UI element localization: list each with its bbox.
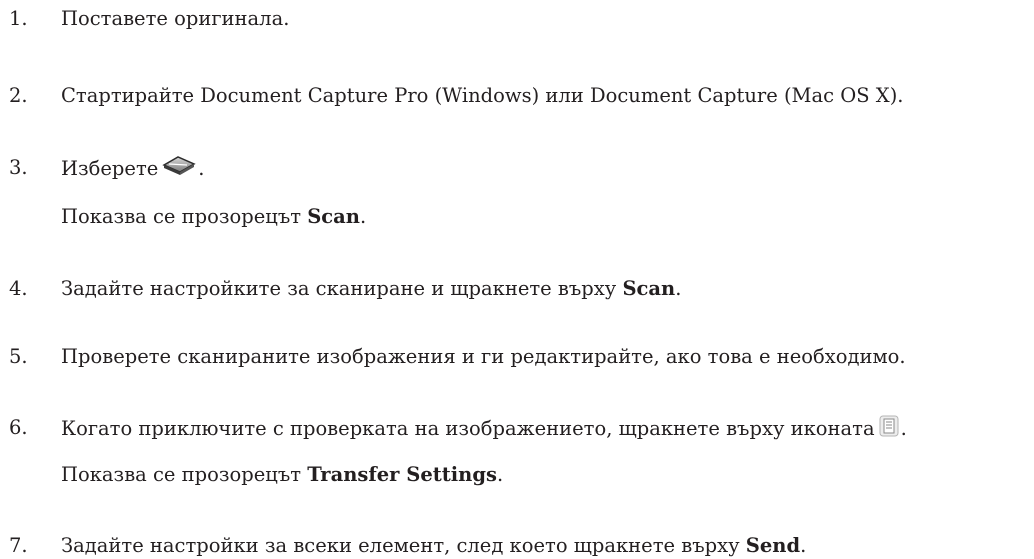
button-name: Scan [622, 277, 676, 300]
step-text: Задайте настройки за всеки елемент, след… [61, 533, 806, 559]
instruction-document: 1. Поставете оригинала. 2. Стартирайте D… [0, 0, 1034, 558]
window-name: Transfer Settings [307, 463, 497, 486]
step-number: 5. [9, 345, 28, 368]
step-text: Задайте настройките за сканиране и щракн… [61, 276, 681, 302]
step-text: Стартирайте Document Capture Pro (Window… [61, 84, 904, 107]
step-6-result: Показва се прозорецът Transfer Settings. [61, 462, 503, 488]
result-text: Показва се прозорецът [61, 463, 308, 486]
step-number: 3. [9, 156, 28, 179]
step-text: Изберете. [61, 155, 204, 184]
step-number: 2. [9, 84, 28, 107]
step-number: 4. [9, 277, 28, 300]
scan-icon [162, 155, 196, 184]
step-text-part: Когато приключите с проверката на изобра… [61, 417, 875, 440]
result-text: Показва се прозорецът [61, 205, 308, 228]
step-text: Когато приключите с проверката на изобра… [61, 415, 907, 444]
step-number: 7. [9, 534, 28, 557]
step-text-part: . [198, 157, 205, 180]
step-text-part: Задайте настройките за сканиране и щракн… [61, 277, 623, 300]
step-number: 1. [9, 7, 28, 30]
step-3-result: Показва се прозорецът Scan. [61, 204, 366, 230]
step-text: Проверете сканираните изображения и ги р… [61, 345, 906, 368]
result-text: . [360, 205, 367, 228]
step-number: 6. [9, 416, 28, 439]
step-text-part: Задайте настройки за всеки елемент, след… [61, 534, 746, 557]
step-text-part: . [800, 534, 807, 557]
result-text: . [496, 463, 504, 486]
button-name: Send [745, 534, 801, 557]
transfer-document-icon [879, 415, 899, 444]
step-text-part: Изберете [61, 157, 159, 180]
step-text-part: . [900, 417, 907, 440]
step-text-part: . [675, 277, 682, 300]
window-name: Scan [307, 205, 360, 228]
step-text: Поставете оригинала. [61, 7, 290, 30]
